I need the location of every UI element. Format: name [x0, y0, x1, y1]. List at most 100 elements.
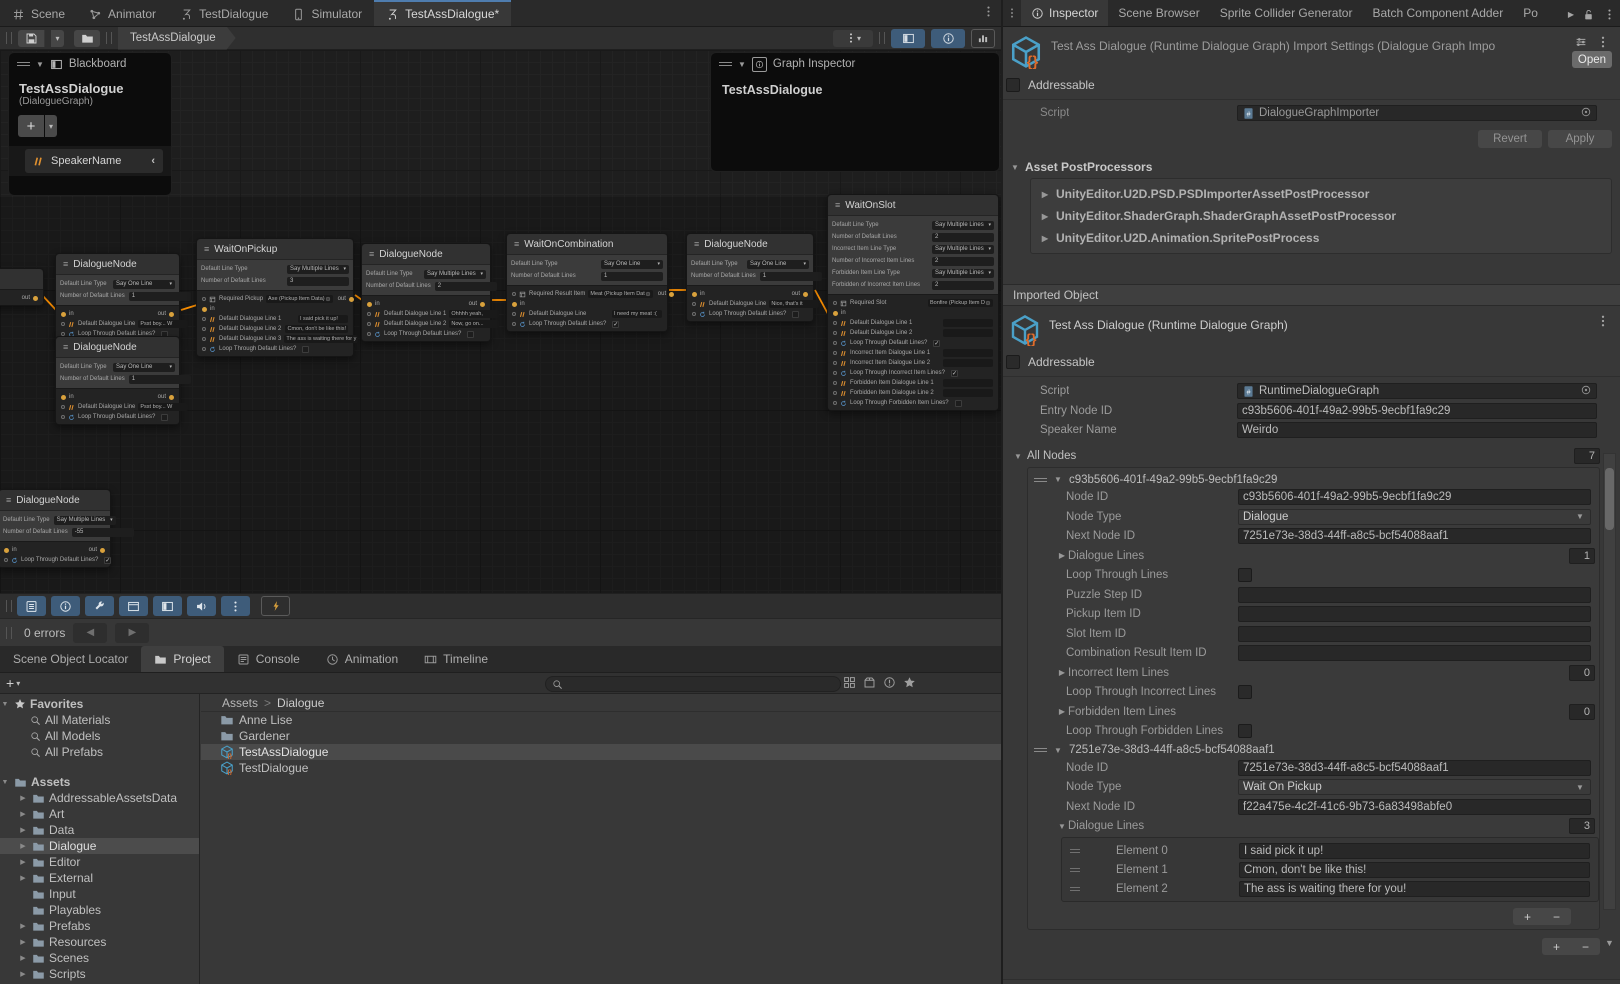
property-dropdown[interactable]: Say One Line▾	[113, 363, 175, 372]
element-field[interactable]: I said pick it up!	[1239, 843, 1590, 859]
checkbox[interactable]	[1238, 685, 1252, 699]
asset-anne-lise[interactable]: Anne Lise	[201, 712, 1001, 728]
field-input[interactable]: Cmon, don't be like this!	[285, 325, 348, 333]
kebab-icon[interactable]	[1603, 8, 1616, 21]
object-field[interactable]: Axe (Pickup Item Data)	[266, 295, 333, 303]
property-dropdown[interactable]: Say One Line▾	[601, 260, 663, 269]
property-input[interactable]: 2	[932, 281, 994, 290]
node-type-dropdown[interactable]: Dialogue▼	[1238, 509, 1591, 525]
blackboard-header[interactable]: ▼Blackboard	[9, 53, 171, 75]
node-title-bar[interactable]: ≡DialogueNode	[362, 244, 490, 264]
property-input[interactable]: 1	[129, 375, 191, 384]
script-field[interactable]: #RuntimeDialogueGraph	[1237, 383, 1597, 399]
property-dropdown[interactable]: Say One Line▾	[747, 260, 809, 269]
node-foldout[interactable]: ▼7251e73e-38d3-44ff-a8c5-bcf54088aaf1	[1028, 742, 1599, 759]
wire[interactable]	[42, 295, 56, 310]
field-input[interactable]	[1238, 587, 1591, 603]
asset-testassdialogue[interactable]: {}TestAssDialogue	[201, 744, 1001, 760]
value-port[interactable]	[833, 351, 837, 355]
drag-handle-icon[interactable]	[1070, 887, 1080, 891]
open-asset-button[interactable]	[74, 30, 100, 47]
star-icon[interactable]	[903, 676, 916, 689]
value-port[interactable]	[367, 322, 371, 326]
prev-error-button[interactable]: ◀	[73, 623, 107, 643]
tab-testdialogue[interactable]: TestDialogue	[168, 0, 280, 26]
node-title-bar[interactable]: ≡DialogueNode	[56, 337, 179, 357]
value-port[interactable]	[833, 401, 837, 405]
graph-window-kebab-icon[interactable]	[982, 5, 995, 23]
drag-handle-icon[interactable]	[1034, 748, 1047, 752]
checkbox[interactable]	[1238, 568, 1252, 582]
breadcrumb-current[interactable]: Dialogue	[277, 696, 324, 710]
out-port[interactable]	[803, 292, 808, 297]
tree-folder-addressableassetsdata[interactable]: ▶AddressableAssetsData	[0, 790, 199, 806]
checkbox[interactable]: ✓	[104, 557, 111, 564]
out-port[interactable]	[669, 292, 674, 297]
value-port[interactable]	[61, 415, 65, 419]
checkbox[interactable]: ✓	[951, 370, 958, 377]
tab-timeline[interactable]: Timeline	[411, 646, 501, 672]
tools-toggle-button[interactable]	[85, 596, 114, 616]
tree-folder-scenes[interactable]: ▶Scenes	[0, 950, 199, 966]
field-input[interactable]: f22a475e-4c2f-41c6-9b73-6a83498abfe0	[1238, 799, 1591, 815]
element-field[interactable]: Cmon, don't be like this!	[1239, 862, 1590, 878]
asset-gardener[interactable]: Gardener	[201, 728, 1001, 744]
scroll-down-icon[interactable]: ▼	[1605, 938, 1614, 948]
node-title-bar[interactable]: ≡WaitOnPickup	[197, 239, 353, 259]
open-button[interactable]: Open	[1572, 51, 1612, 68]
field-input[interactable]: Now, go on...	[449, 320, 499, 328]
favorite-item[interactable]: All Materials	[0, 712, 199, 728]
checkbox[interactable]: ✓	[612, 321, 619, 328]
property-input[interactable]: -55	[72, 528, 134, 537]
field-input[interactable]	[943, 349, 993, 357]
field-input[interactable]: I said pick it up!	[298, 315, 348, 323]
field-input[interactable]	[943, 329, 993, 337]
object-field[interactable]: Meat (Pickup Item Dat	[588, 290, 652, 298]
breadcrumb-root[interactable]: Assets	[222, 696, 258, 710]
project-search[interactable]	[545, 676, 841, 692]
out-port[interactable]	[169, 312, 174, 317]
next-error-button[interactable]: ▶	[115, 623, 149, 643]
field-input[interactable]: I need my meat :(	[612, 310, 662, 318]
kebab-icon[interactable]	[1596, 35, 1610, 49]
field-input[interactable]	[1238, 645, 1591, 661]
graph-canvas[interactable]: ≡StartNodeEntranceout≡DialogueNodeDefaul…	[0, 50, 1001, 593]
graph-node-dialoguenode[interactable]: ≡DialogueNodeDefault Line TypeSay One Li…	[55, 253, 180, 342]
lightning-toggle-button[interactable]	[261, 596, 290, 616]
property-dropdown[interactable]: Say Multiple Lines▾	[932, 221, 994, 230]
node-foldout[interactable]: ▼c93b5606-401f-49a2-99b5-9ecbf1fa9c29	[1028, 471, 1599, 488]
value-port[interactable]	[692, 312, 696, 316]
property-dropdown[interactable]: Say Multiple Lines▾	[424, 270, 486, 279]
postprocessors-foldout[interactable]: ▼Asset PostProcessors	[1009, 160, 1620, 174]
graph-node-waitoncombination[interactable]: ≡WaitOnCombinationDefault Line TypeSay O…	[506, 233, 668, 332]
value-port[interactable]	[833, 391, 837, 395]
property-input[interactable]: 3	[287, 277, 349, 286]
value-port[interactable]	[692, 302, 696, 306]
breadcrumb-testassdialogue[interactable]: TestAssDialogue	[118, 27, 236, 50]
drag-handle-icon[interactable]	[1070, 849, 1080, 853]
remove-element-button[interactable]: −	[1553, 910, 1560, 924]
addressable-checkbox[interactable]	[1006, 78, 1020, 92]
favorite-item[interactable]: All Prefabs	[0, 744, 199, 760]
value-port[interactable]	[512, 312, 516, 316]
asset-testdialogue[interactable]: {}TestDialogue	[201, 760, 1001, 776]
tab-simulator[interactable]: Simulator	[280, 0, 374, 26]
object-picker-icon[interactable]	[1580, 384, 1592, 399]
graph-node-dialoguenode[interactable]: ≡DialogueNodeDefault Line TypeSay One Li…	[55, 336, 180, 425]
field-input[interactable]: Psst boy... W	[138, 320, 188, 328]
graph-node-dialoguenode[interactable]: ≡DialogueNodeDefault Line TypeSay Multip…	[361, 243, 491, 342]
tab-scene[interactable]: Scene	[0, 0, 77, 26]
value-port[interactable]	[367, 332, 371, 336]
graph-node-dialoguenode[interactable]: ≡DialogueNodeDefault Line TypeSay One Li…	[686, 233, 814, 322]
checkbox[interactable]	[792, 311, 799, 318]
add-node-button[interactable]: +	[1553, 940, 1560, 954]
blackboard-toggle-button[interactable]	[891, 29, 925, 48]
out-port[interactable]	[100, 548, 105, 553]
graph-node-dialoguenode[interactable]: ≡DialogueNodeDefault Line TypeSay Multip…	[0, 489, 111, 568]
tree-folder-playables[interactable]: Playables	[0, 902, 199, 918]
value-port[interactable]	[202, 347, 206, 351]
add-element-button[interactable]: +	[1524, 910, 1531, 924]
speakername-property[interactable]: SpeakerName‹	[25, 149, 163, 173]
tab-project[interactable]: Project	[141, 646, 223, 672]
collapse-arrow-icon[interactable]: ▼	[36, 60, 44, 69]
